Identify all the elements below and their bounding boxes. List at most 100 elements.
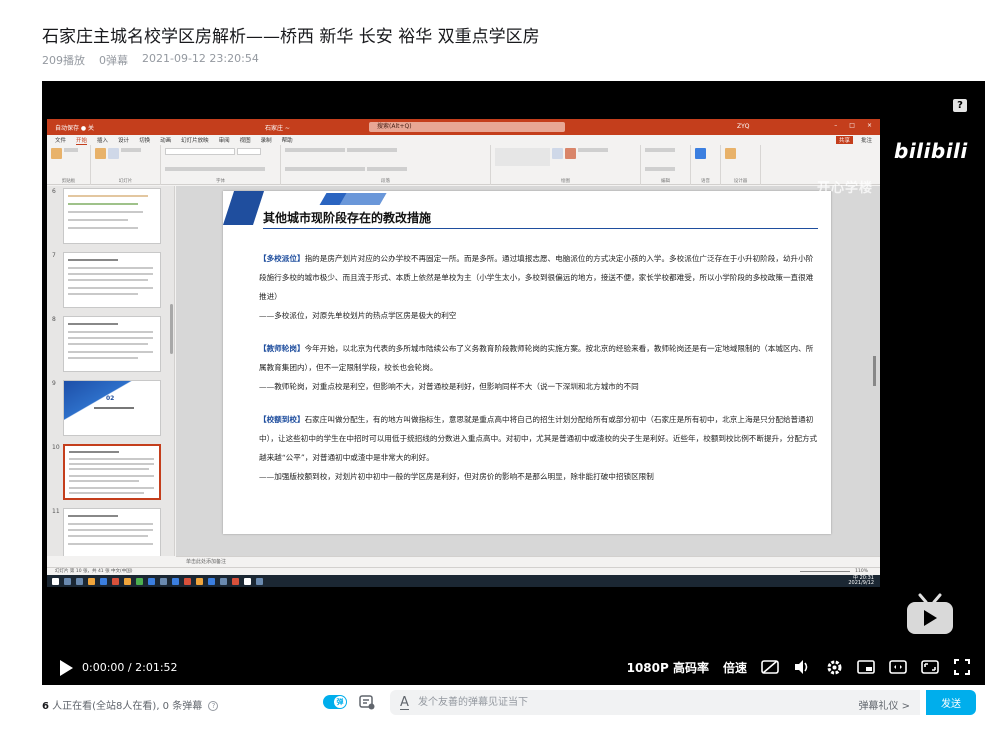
quick-styles-icon	[565, 148, 576, 159]
ppt-tab: 审阅	[218, 138, 230, 144]
volume-icon[interactable]	[793, 658, 811, 676]
time-separator: /	[127, 661, 132, 674]
ppt-titlebar: 自动保存 ● 关 石家庄 ~ 搜索(Alt+Q) ZYQ – □ ×	[47, 119, 880, 135]
ppt-tab: 视图	[239, 138, 251, 144]
ppt-ribbon: 剪贴板 幻灯片 字体 段落 绘图 编辑 语音 设计器	[47, 145, 880, 185]
ppt-docname: 石家庄 ~	[265, 125, 290, 132]
search-icon	[64, 577, 71, 585]
close-icon: ×	[866, 122, 872, 129]
thumbnail-scrollbar	[170, 304, 173, 354]
slide-decoration	[223, 191, 265, 225]
channel-watermark: 开心学楼	[817, 181, 874, 196]
ribbon-group-editing: 编辑	[641, 145, 691, 185]
ppt-tab: 动画	[160, 138, 172, 144]
danmaku-input[interactable]	[418, 695, 818, 710]
ppt-ribbon-tabs: 文件 开始 插入 设计 切换 动画 幻灯片放映 审阅 视图 录制 帮助 共享 批…	[47, 135, 880, 145]
ppt-search: 搜索(Alt+Q)	[369, 122, 565, 132]
danmaku-etiquette-link[interactable]: 弹幕礼仪 >	[858, 697, 910, 712]
web-fullscreen-icon[interactable]	[921, 658, 939, 676]
time-display: 0:00:00 / 2:01:52	[82, 661, 178, 674]
ppt-tab: 幻灯片放映	[181, 138, 209, 144]
slide-body: 【多校派位】指的是房产划片对应的公办学校不再固定一所。而是多所。通过填报志愿、电…	[259, 249, 819, 500]
zoom-slider	[800, 571, 850, 572]
current-slide: 其他城市现阶段存在的教改措施 【多校派位】指的是房产划片对应的公办学校不再固定一…	[223, 191, 831, 534]
slide-thumbnail	[63, 188, 161, 244]
slide-decoration	[339, 193, 387, 205]
powerpoint-icon	[232, 577, 239, 585]
danmaku-settings-icon[interactable]	[359, 694, 375, 710]
slide-thumbnail-panel: 6 7 8 9 02 10 11	[47, 186, 175, 556]
microphone-icon	[695, 148, 706, 159]
slide-paragraph: 【校额到校】石家庄叫做分配生，有的地方叫做指标生，意思就是重点高中将自己的招生计…	[259, 410, 819, 486]
system-tray: 中 20:31 2021/9/12	[848, 576, 874, 586]
ppt-tab: 切换	[139, 138, 151, 144]
play-icon[interactable]	[58, 659, 74, 677]
player-right-controls: 1080P 高码率 倍速	[627, 658, 971, 676]
video-frame: 自动保存 ● 关 石家庄 ~ 搜索(Alt+Q) ZYQ – □ × 文件 开始…	[47, 119, 880, 587]
quality-button[interactable]: 1080P 高码率	[627, 659, 709, 676]
designer-icon	[725, 148, 736, 159]
fullscreen-icon[interactable]	[953, 658, 971, 676]
app-icon	[124, 577, 131, 585]
slide-thumbnail	[63, 252, 161, 308]
tray-date: 2021/9/12	[848, 580, 874, 586]
picture-in-picture-icon[interactable]	[857, 658, 875, 676]
video-meta: 209播放 0弹幕 2021-09-12 23:20:54	[42, 52, 259, 68]
ribbon-group-drawing: 绘图	[491, 145, 641, 185]
maximize-icon: □	[849, 122, 855, 129]
ppt-autosave: 自动保存 ● 关	[55, 125, 95, 132]
publish-date: 2021-09-12 23:20:54	[142, 52, 259, 65]
danmaku-toggle-knob: 弹	[334, 696, 346, 708]
viewer-count-text: 人正在看(全站8人在看), 0 条弹幕	[52, 701, 203, 712]
ribbon-group-voice: 语音	[691, 145, 721, 185]
paragraph-keyword: 【校额到校】	[259, 415, 305, 424]
slide-title: 其他城市现阶段存在的教改措施	[263, 211, 432, 225]
time-total: 2:01:52	[135, 661, 178, 674]
reuse-slide-icon	[108, 148, 119, 159]
slide-paragraph: 【多校派位】指的是房产划片对应的公办学校不再固定一所。而是多所。通过填报志愿、电…	[259, 249, 819, 325]
slide-thumbnail-selected	[63, 444, 161, 500]
ppt-share-area: 共享 批注	[835, 136, 872, 144]
send-danmaku-button[interactable]: 发送	[926, 690, 976, 715]
danmaku-toggle[interactable]: 弹	[323, 695, 347, 709]
subtitle-off-icon[interactable]	[761, 658, 779, 676]
ppt-tab: 文件	[55, 138, 67, 144]
windows-taskbar: 中 20:31 2021/9/12	[47, 575, 880, 587]
app-icon	[112, 577, 119, 585]
app-icon	[172, 577, 179, 585]
danmaku-count: 0弹幕	[99, 54, 128, 67]
slide-edit-area: 其他城市现阶段存在的教改措施 【多校派位】指的是房产划片对应的公办学校不再固定一…	[176, 186, 880, 556]
task-view-icon	[76, 577, 83, 585]
ppt-user: ZYQ	[737, 123, 750, 130]
paragraph-note: ——加强版校额到校，对划片初中初中一般的学区房是利好，但对房价的影响不是那么明显…	[259, 472, 654, 481]
slide-title-rule	[263, 228, 818, 229]
ribbon-group-font: 字体	[161, 145, 281, 185]
help-circle-icon[interactable]: ?	[208, 701, 219, 711]
app-icon	[220, 577, 227, 585]
ribbon-group-clipboard: 剪贴板	[47, 145, 91, 185]
ribbon-group-designer: 设计器	[721, 145, 761, 185]
ppt-share-button: 共享	[835, 136, 853, 144]
windows-start-icon	[52, 577, 59, 585]
speed-button[interactable]: 倍速	[723, 659, 747, 676]
paragraph-keyword: 【多校派位】	[259, 254, 305, 263]
wechat-icon	[136, 577, 143, 585]
ppt-statusbar: 幻灯片 第 10 张，共 41 张 中文(中国) 110%	[47, 567, 880, 575]
ppt-window-buttons: – □ ×	[834, 122, 872, 129]
help-icon[interactable]: ?	[953, 99, 967, 112]
danmaku-style-icon[interactable]: A	[400, 695, 409, 710]
settings-gear-icon[interactable]	[825, 658, 843, 676]
video-player[interactable]: ? 自动保存 ● 关 石家庄 ~ 搜索(Alt+Q) ZYQ – □ × 文件 …	[42, 81, 985, 685]
ribbon-group-paragraph: 段落	[281, 145, 491, 185]
video-title: 石家庄主城名校学区房解析——桥西 新华 长安 裕华 双重点学区房	[42, 27, 540, 47]
paste-icon	[51, 148, 62, 159]
widescreen-icon[interactable]	[889, 658, 907, 676]
app-icon	[160, 577, 167, 585]
edge-browser-icon	[100, 577, 107, 585]
new-slide-icon	[95, 148, 106, 159]
file-explorer-icon	[88, 577, 95, 585]
ribbon-group-slides: 幻灯片	[91, 145, 161, 185]
slide-paragraph: 【教师轮岗】今年开始，以北京为代表的多所城市陆续公布了义务教育阶段教师轮岗的实施…	[259, 339, 819, 396]
paragraph-keyword: 【教师轮岗】	[259, 344, 305, 353]
slide-thumbnail	[63, 316, 161, 372]
